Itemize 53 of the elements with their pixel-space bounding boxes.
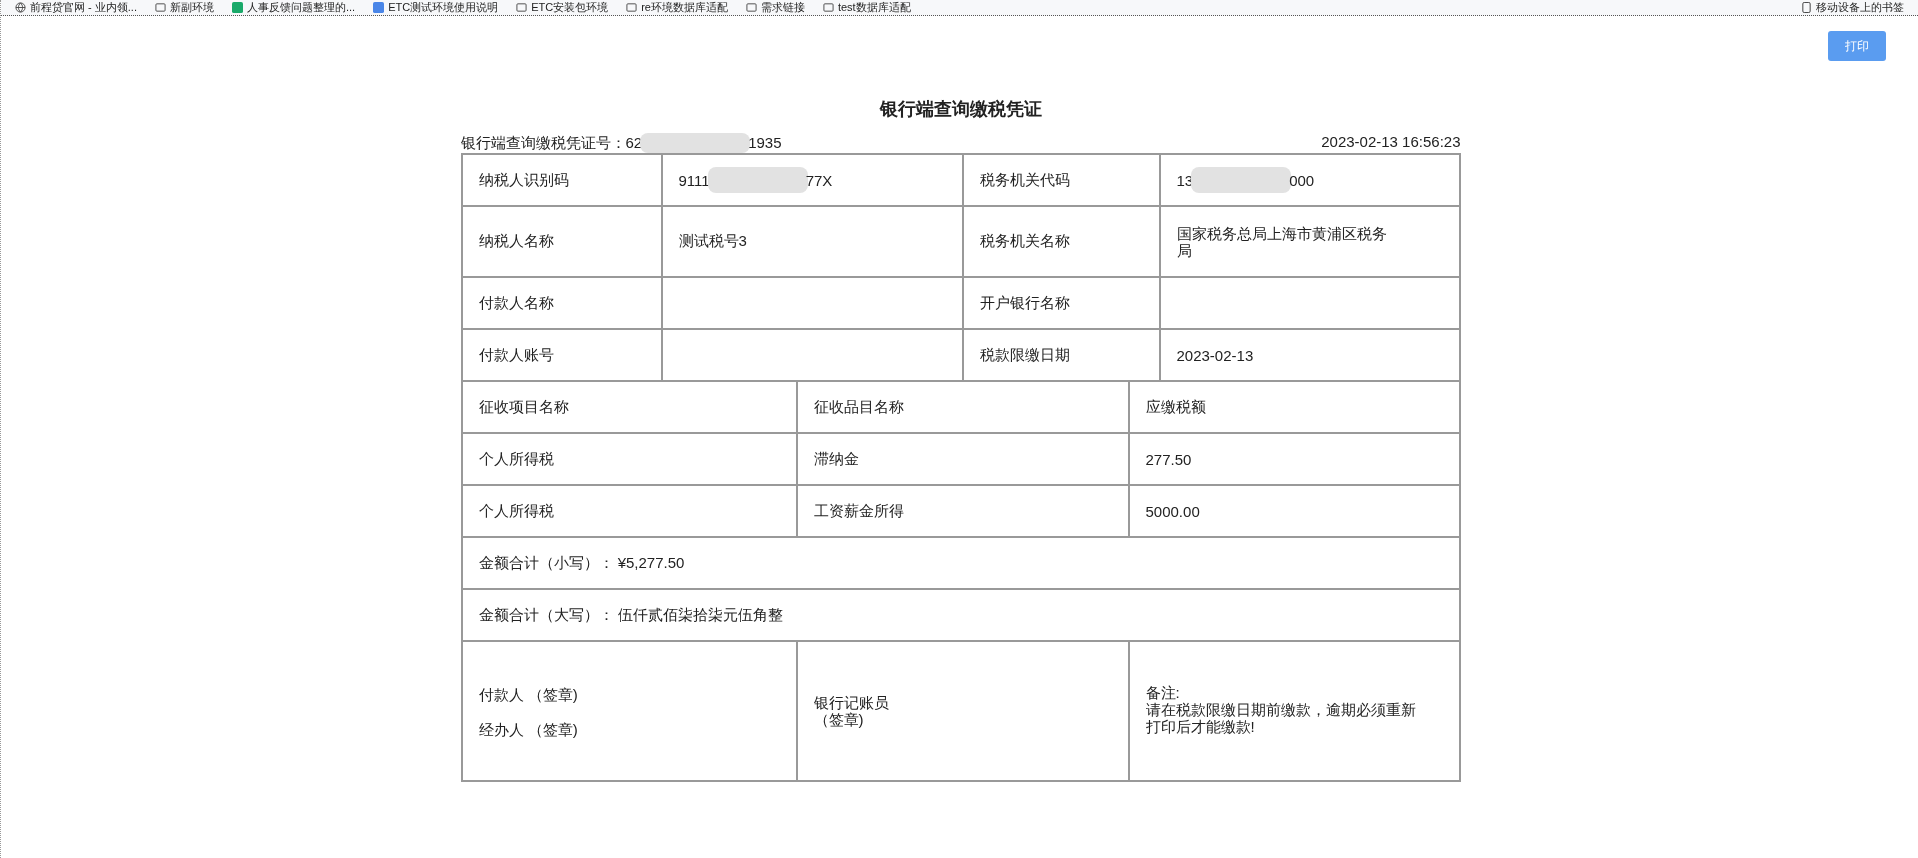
cell-text: 测试税号3 [678, 232, 747, 249]
globe-icon [15, 2, 26, 13]
document-title: 银行端查询缴税凭证 [878, 98, 1043, 121]
cell-text: 000 [1289, 171, 1315, 189]
column-header: 征收项目名称 [461, 381, 797, 433]
cell-text: 税款限缴日期 [979, 345, 1070, 363]
table-cell: 5000.00 [1128, 485, 1460, 537]
bookmark[interactable]: 需求链接 [745, 1, 805, 14]
timestamp: 2023-02-13 16:56:23 [1321, 133, 1461, 152]
cell-text: 2023-02-13 [1176, 346, 1255, 364]
bookmark[interactable]: 新副环境 [154, 1, 214, 14]
voucher-number: 银行端查询缴税凭证号：62 [460, 134, 643, 152]
bookmark[interactable]: ETC安装包环境 [516, 1, 609, 14]
folder-icon [745, 2, 757, 13]
bookmark[interactable]: ETC测试环境使用说明 [373, 1, 499, 14]
table-cell: 个人所得税 [461, 485, 797, 537]
note-label: 备注: [1145, 683, 1180, 701]
cell-text: 77X [805, 171, 833, 189]
folder-icon [516, 2, 528, 13]
bookmark[interactable]: 移动设备上的书签 [1801, 1, 1904, 14]
folder-icon [154, 2, 166, 13]
bookmark[interactable]: test数据库适配 [822, 1, 911, 14]
bookmark[interactable]: re环境数据库适配 [626, 1, 728, 14]
cell-text: 付款人账号 [478, 345, 554, 363]
total-uppercase: 金额合计（大写）： 伍仟贰佰柒拾柒元伍角整 [461, 589, 1460, 641]
folder-icon [822, 2, 834, 13]
cell-text: 9111 [678, 171, 710, 189]
note-text: 请在税款限缴日期前缴款，逾期必须重新打印后才能缴款! [1145, 700, 1416, 735]
bookmark[interactable]: 前程贷官网 - 业内领... [15, 1, 137, 14]
folder-icon [626, 2, 638, 13]
cell-text: 付款人名称 [478, 293, 554, 311]
column-header: 征收品目名称 [796, 381, 1129, 433]
cell-text: 开户银行名称 [979, 293, 1070, 311]
document-icon [373, 2, 385, 13]
signature-label: 付款人 （签章) [478, 686, 578, 703]
signature-label: 银行记账员 [813, 694, 889, 711]
signature-label: （签章) [813, 711, 864, 728]
cell-text: 纳税人名称 [478, 232, 554, 249]
table-cell: 277.50 [1128, 433, 1460, 485]
voucher-number: 1935 [748, 134, 782, 152]
cell-text: 国家税务总局上海市黄浦区税务局 [1176, 224, 1388, 259]
table-cell: 个人所得税 [461, 433, 797, 485]
table-cell: 滞纳金 [796, 433, 1129, 485]
total-lowercase: 金额合计（小写）： ¥5,277.50 [461, 537, 1460, 589]
table-cell: 工资薪金所得 [796, 485, 1129, 537]
cell-text: 税务机关代码 [979, 170, 1070, 188]
phone-icon [1801, 2, 1812, 13]
bookmark[interactable]: 人事反馈问题整理的... [231, 1, 356, 14]
bookmark-icon [231, 2, 243, 13]
cell-text: 纳税人识别码 [478, 170, 569, 188]
cell-text: 税务机关名称 [979, 232, 1070, 249]
signature-label: 经办人 （签章) [478, 721, 578, 738]
column-header: 应缴税额 [1128, 381, 1460, 433]
